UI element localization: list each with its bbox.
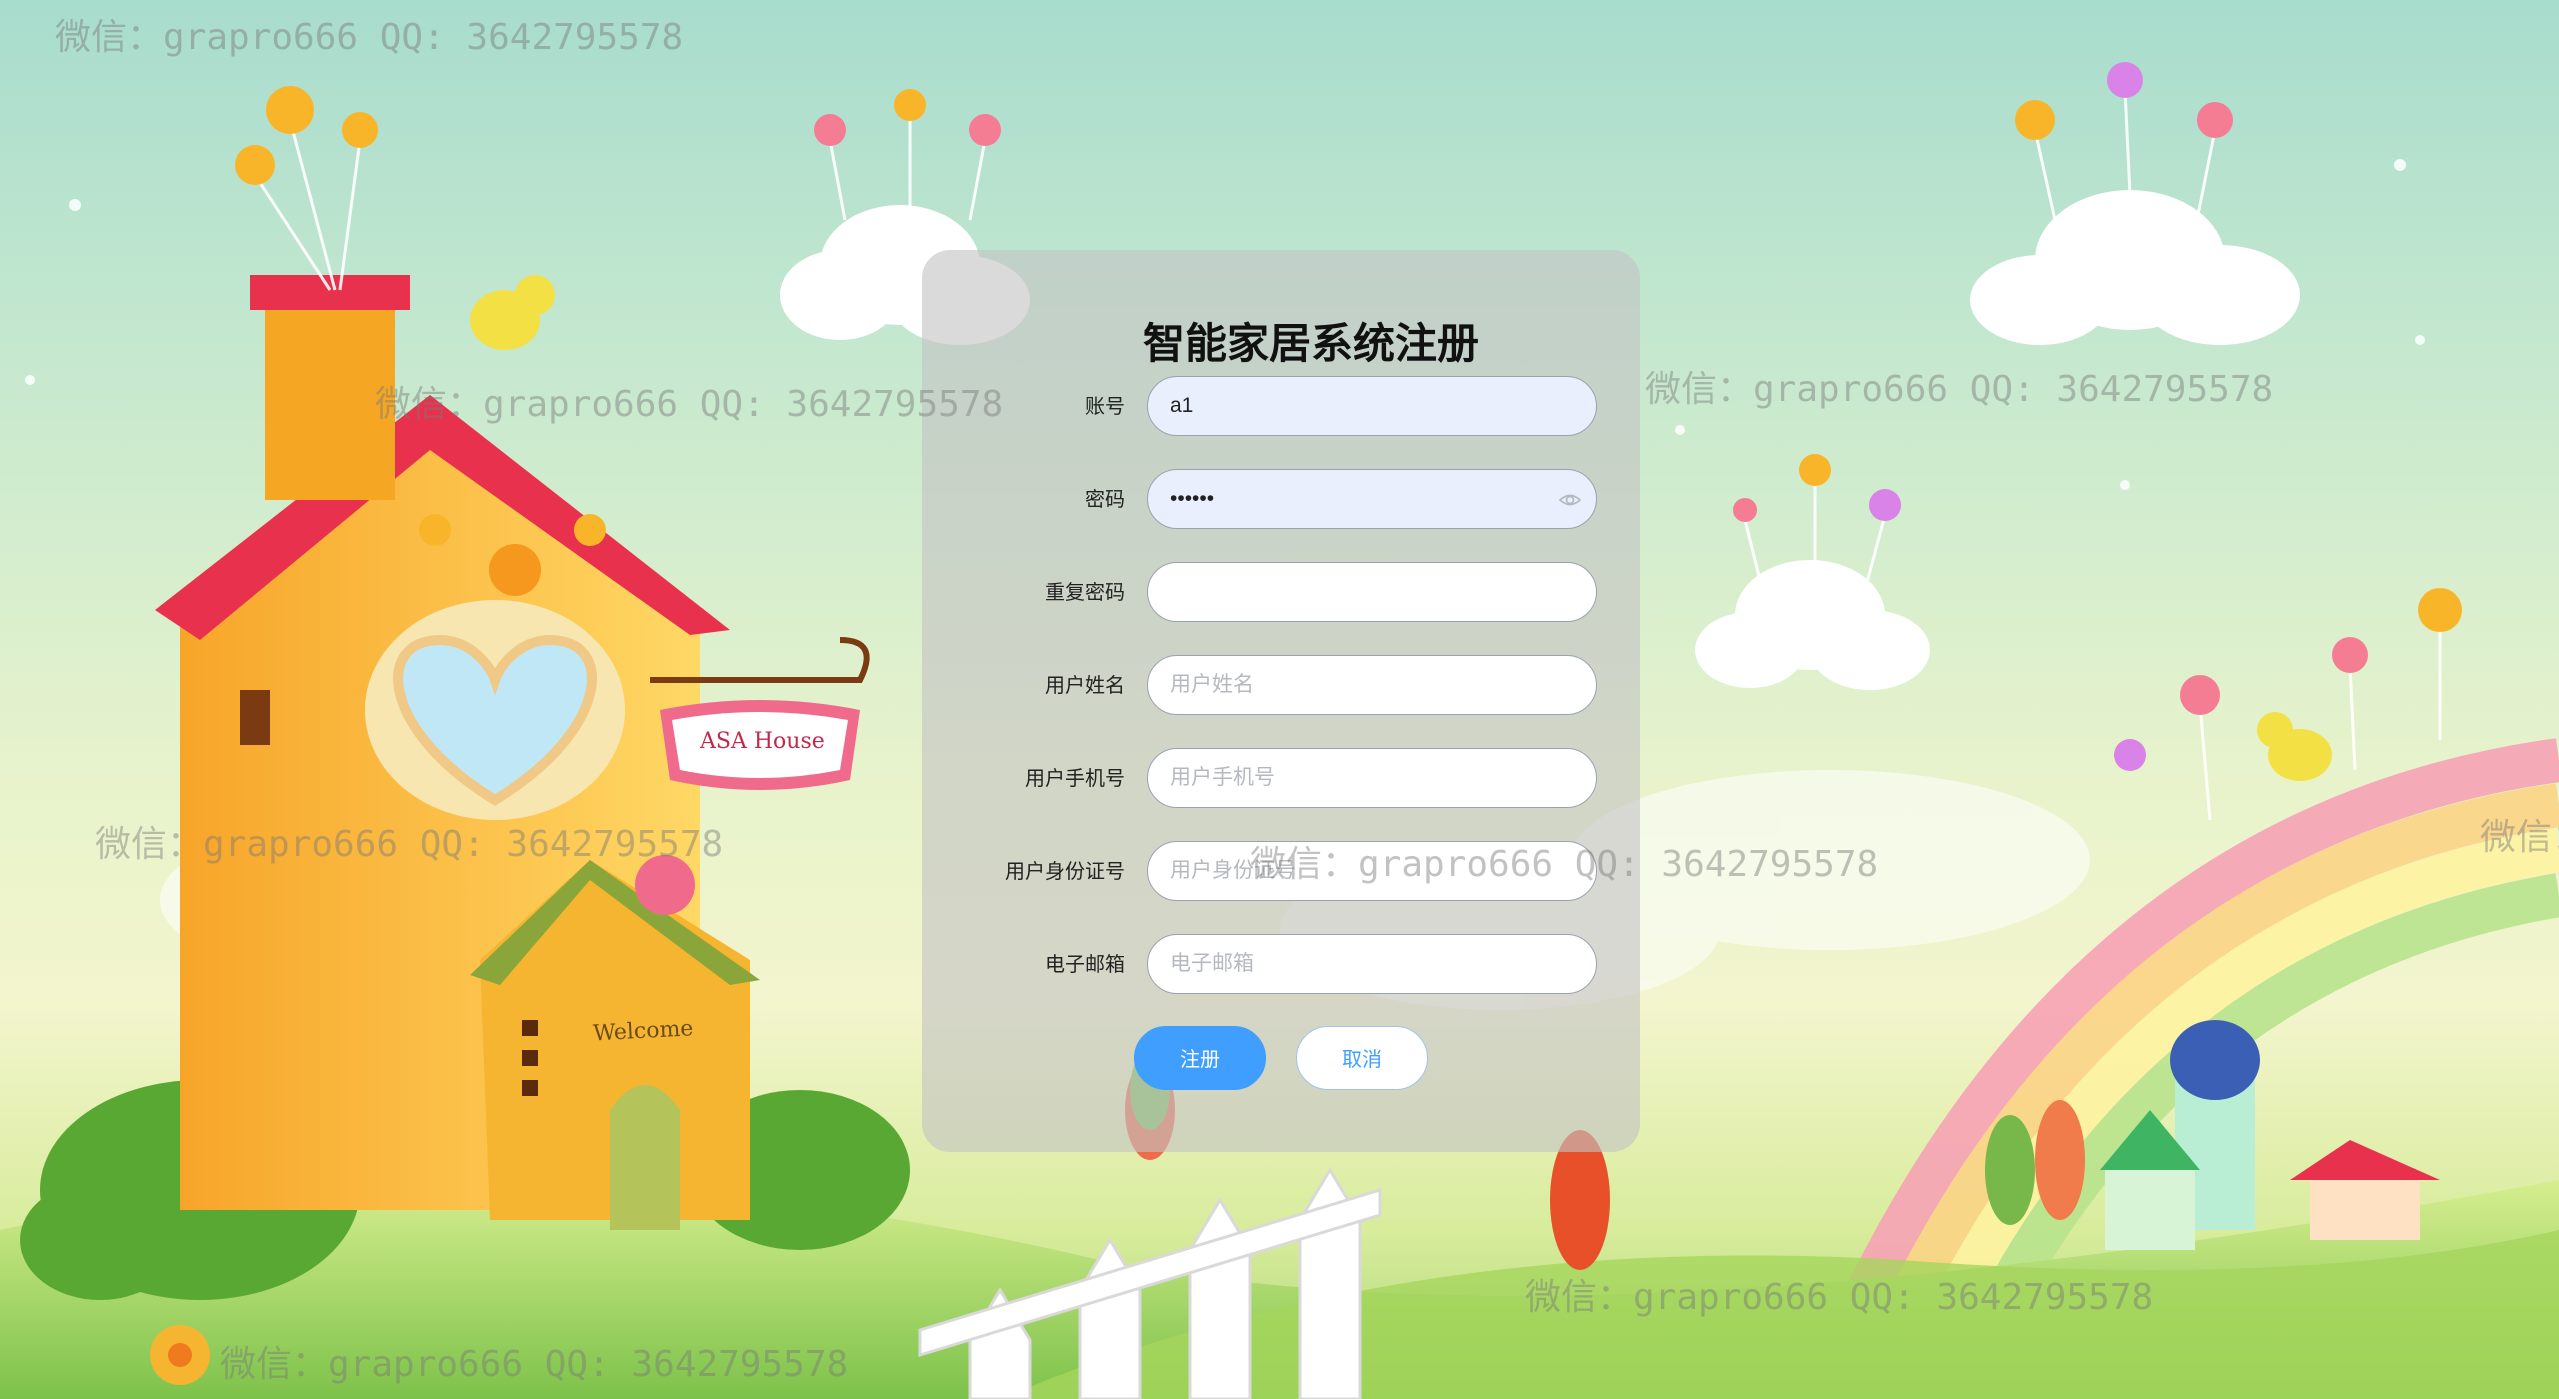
- password-input[interactable]: [1170, 470, 1550, 528]
- user-id-card-field[interactable]: [1147, 841, 1597, 901]
- user-name-input[interactable]: [1170, 656, 1550, 714]
- repeat-password-label: 重复密码: [1045, 580, 1125, 604]
- password-label: 密码: [1085, 487, 1125, 511]
- user-name-field[interactable]: [1147, 655, 1597, 715]
- form-title: 智能家居系统注册: [1142, 319, 1479, 368]
- account-label: 账号: [1085, 394, 1125, 418]
- cancel-button[interactable]: 取消: [1296, 1026, 1428, 1090]
- repeat-password-field[interactable]: [1147, 562, 1597, 622]
- user-phone-row: 用户手机号: [922, 748, 1640, 808]
- password-field[interactable]: [1147, 469, 1597, 529]
- email-row: 电子邮箱: [922, 934, 1640, 994]
- page-background: ASA House Welcome 微信：grapro666 QQ: 36427…: [0, 0, 2559, 1399]
- user-id-card-label: 用户身份证号: [1005, 859, 1125, 883]
- register-button[interactable]: 注册: [1134, 1026, 1266, 1090]
- account-row: 账号: [922, 376, 1640, 436]
- repeat-password-row: 重复密码: [922, 562, 1640, 622]
- user-id-card-row: 用户身份证号: [922, 841, 1640, 901]
- user-id-card-input[interactable]: [1170, 842, 1550, 900]
- asa-house-sign-text: ASA House: [699, 729, 825, 754]
- user-name-row: 用户姓名: [922, 655, 1640, 715]
- user-phone-label: 用户手机号: [1025, 766, 1125, 790]
- repeat-password-input[interactable]: [1170, 563, 1550, 621]
- email-label: 电子邮箱: [1045, 952, 1125, 976]
- user-name-label: 用户姓名: [1045, 673, 1125, 697]
- welcome-sign-text: Welcome: [592, 1016, 693, 1046]
- user-phone-field[interactable]: [1147, 748, 1597, 808]
- account-field[interactable]: [1147, 376, 1597, 436]
- user-phone-input[interactable]: [1170, 749, 1550, 807]
- email-input[interactable]: [1170, 935, 1550, 993]
- password-row: 密码: [922, 469, 1640, 529]
- account-input[interactable]: [1170, 377, 1550, 435]
- register-form-panel: 智能家居系统注册 账号 密码 重复密码 用户姓名: [922, 250, 1640, 1152]
- email-field[interactable]: [1147, 934, 1597, 994]
- eye-icon[interactable]: [1558, 489, 1582, 511]
